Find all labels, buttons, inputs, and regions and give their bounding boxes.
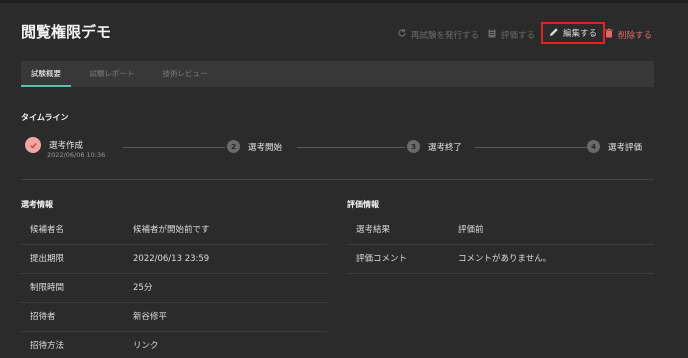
selection-info-heading: 選考情報 — [21, 200, 53, 209]
table-row: 招待方法 リンク — [21, 332, 327, 358]
row-value: コメントがありません。 — [458, 254, 552, 264]
evaluation-info-heading: 評価情報 — [347, 200, 379, 209]
selection-info-table: 候補者名 候補者が開始前です 提出期限 2022/06/13 23:59 制限時… — [21, 216, 327, 358]
timeline-step-end: 3 選考終了 — [407, 140, 462, 153]
table-row: 制限時間 25分 — [21, 274, 327, 303]
step-label: 選考評価 — [608, 142, 643, 153]
tab-report[interactable]: 試験レポート — [78, 61, 146, 87]
row-key: 選考結果 — [356, 225, 391, 235]
step-number: 4 — [587, 140, 600, 153]
section-divider — [21, 179, 654, 180]
row-value: 新谷修平 — [133, 312, 168, 322]
row-key: 提出期限 — [30, 254, 65, 264]
refresh-icon — [397, 28, 407, 41]
evaluation-info-table: 選考結果 評価前 評価コメント コメントがありません。 — [347, 216, 654, 274]
step-label: 選考開始 — [248, 142, 283, 153]
row-value: リンク — [133, 341, 159, 351]
row-key: 招待方法 — [30, 341, 65, 351]
timeline-connector — [297, 147, 405, 148]
timeline-connector — [123, 147, 225, 148]
check-icon — [25, 137, 41, 153]
top-strip — [0, 0, 688, 3]
retest-button[interactable]: 再試験を発行する — [397, 28, 479, 41]
edit-label: 編集する — [563, 29, 598, 39]
row-key: 招待者 — [30, 312, 56, 322]
evaluate-label: 評価する — [501, 30, 536, 41]
timeline-heading: タイムライン — [21, 113, 69, 122]
table-row: 提出期限 2022/06/13 23:59 — [21, 245, 327, 274]
tab-review[interactable]: 技術レビュー — [155, 61, 215, 87]
timeline-step-evaluation: 4 選考評価 — [587, 140, 642, 153]
timeline-connector — [475, 147, 587, 148]
step-number: 2 — [227, 140, 240, 153]
tab-overview[interactable]: 試験概要 — [21, 61, 71, 87]
table-row: 選考結果 評価前 — [347, 216, 654, 245]
table-row: 招待者 新谷修平 — [21, 303, 327, 332]
step-label: 選考終了 — [428, 142, 463, 153]
row-key: 評価コメント — [356, 254, 408, 264]
table-row: 候補者名 候補者が開始前です — [21, 216, 327, 245]
timeline: 選考作成 2022/06/06 10:36 2 選考開始 3 選考終了 4 選考… — [21, 132, 654, 166]
retest-label: 再試験を発行する — [411, 30, 480, 41]
clipboard-icon — [487, 28, 497, 41]
delete-label: 削除する — [618, 30, 653, 41]
action-bar: 再試験を発行する 評価する 編集する 削除する — [0, 22, 688, 44]
row-key: 候補者名 — [30, 225, 65, 235]
row-value: 2022/06/13 23:59 — [133, 254, 210, 264]
step-date: 2022/06/06 10:36 — [47, 151, 106, 159]
step-number: 3 — [407, 140, 420, 153]
evaluate-button[interactable]: 評価する — [487, 28, 535, 41]
timeline-step-start: 2 選考開始 — [227, 140, 282, 153]
row-value: 候補者が開始前です — [133, 225, 210, 235]
row-key: 制限時間 — [30, 283, 65, 293]
trash-icon — [604, 28, 614, 41]
row-value: 25分 — [133, 283, 153, 293]
row-value: 評価前 — [458, 225, 484, 235]
step-label: 選考作成 — [49, 141, 84, 151]
delete-button[interactable]: 削除する — [604, 28, 652, 41]
pencil-icon — [549, 27, 559, 40]
edit-button[interactable]: 編集する — [541, 22, 606, 44]
table-row: 評価コメント コメントがありません。 — [347, 245, 654, 274]
tab-bar: 試験概要 試験レポート 技術レビュー — [21, 61, 654, 87]
